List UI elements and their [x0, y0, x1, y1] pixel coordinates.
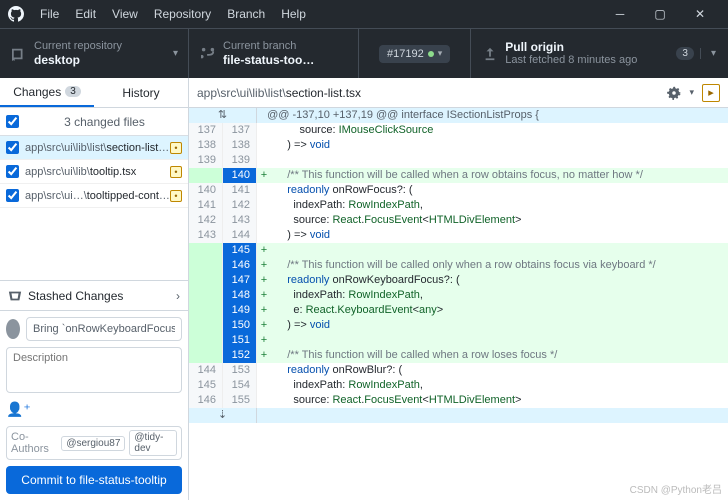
diff-filename: section-list.tsx — [286, 86, 361, 100]
diff-line[interactable]: 152+ /** This function will be called wh… — [189, 348, 728, 363]
commit-summary-input[interactable] — [26, 317, 182, 341]
commit-description-input[interactable] — [6, 347, 182, 393]
branch-selector[interactable]: Current branchfile-status-too… — [189, 29, 359, 78]
fetch-section[interactable]: Pull originLast fetched 8 minutes ago 3 … — [471, 29, 728, 78]
changed-files-header: 3 changed files — [0, 108, 188, 136]
diff-line[interactable]: 139139 — [189, 153, 728, 168]
chevron-right-icon: › — [176, 289, 180, 303]
repo-label: Current repository — [34, 40, 122, 53]
menu-help[interactable]: Help — [273, 7, 314, 21]
avatar — [6, 319, 20, 339]
branch-name: file-status-too… — [223, 53, 314, 67]
repo-selector[interactable]: Current repositorydesktop ▾ — [0, 29, 189, 78]
coauthors-row[interactable]: Co-Authors @sergiou87 @tidy-dev — [6, 426, 182, 460]
sidebar: Changes3 History 3 changed files app\src… — [0, 78, 189, 500]
window-maximize-icon[interactable]: ▢ — [640, 0, 680, 28]
diff-line[interactable]: 151+ — [189, 333, 728, 348]
tab-history[interactable]: History — [94, 78, 188, 107]
diff-line[interactable]: 140141 readonly onRowFocus?: ( — [189, 183, 728, 198]
commit-button[interactable]: Commit to file-status-tooltip — [6, 466, 182, 494]
repo-name: desktop — [34, 53, 122, 67]
chevron-down-icon[interactable]: ▾ — [689, 87, 694, 98]
diff-line[interactable]: 150+ ) => void — [189, 318, 728, 333]
status-dot-icon — [428, 51, 434, 57]
fetch-count: 3 — [676, 47, 694, 60]
select-all-checkbox[interactable] — [6, 115, 19, 128]
menu-repository[interactable]: Repository — [146, 7, 219, 21]
file-row[interactable]: app\src\ui…\tooltipped-content.tsx• — [0, 184, 188, 208]
modified-icon: • — [170, 166, 182, 178]
file-list: app\src\ui\lib\list\section-list.tsx•app… — [0, 136, 188, 208]
diff-line[interactable]: 140+ /** This function will be called wh… — [189, 168, 728, 183]
changed-files-count: 3 changed files — [27, 115, 182, 129]
changes-count: 3 — [65, 86, 81, 97]
diff-line[interactable]: 145+ — [189, 243, 728, 258]
diff-mode-button[interactable]: ▸ — [702, 84, 720, 102]
tab-changes[interactable]: Changes3 — [0, 78, 94, 107]
diff-body[interactable]: ⇅ @@ -137,10 +137,19 @@ interface ISecti… — [189, 108, 728, 500]
window-minimize-icon[interactable]: ─ — [600, 0, 640, 28]
repo-icon — [12, 47, 26, 61]
diff-line[interactable]: 137137 source: IMouseClickSource — [189, 123, 728, 138]
mention[interactable]: @sergiou87 — [61, 436, 125, 451]
stash-icon — [8, 289, 22, 303]
file-row[interactable]: app\src\ui\lib\list\section-list.tsx• — [0, 136, 188, 160]
titlebar: File Edit View Repository Branch Help ─ … — [0, 0, 728, 28]
diff-line[interactable]: 138138 ) => void — [189, 138, 728, 153]
tabs: Changes3 History — [0, 78, 188, 108]
modified-icon: • — [170, 190, 182, 202]
chevron-down-icon: ▾ — [173, 48, 178, 59]
menu-file[interactable]: File — [32, 7, 67, 21]
diff-line[interactable]: 143144 ) => void — [189, 228, 728, 243]
pr-number: #17192 — [387, 48, 424, 60]
github-logo-icon — [8, 6, 24, 22]
diff-line[interactable]: 146+ /** This function will be called on… — [189, 258, 728, 273]
diff-line[interactable]: 149+ e: React.KeyboardEvent<any> — [189, 303, 728, 318]
add-coauthor-icon[interactable]: 👤⁺ — [6, 399, 182, 420]
diff-line[interactable]: 148+ indexPath: RowIndexPath, — [189, 288, 728, 303]
diff-line[interactable]: 147+ readonly onRowKeyboardFocus?: ( — [189, 273, 728, 288]
mention[interactable]: @tidy-dev — [129, 430, 177, 456]
menu-view[interactable]: View — [104, 7, 146, 21]
pull-icon — [483, 47, 497, 61]
expand-hunk-icon[interactable]: ⇣ — [189, 408, 257, 423]
branch-label: Current branch — [223, 40, 314, 53]
diff-line[interactable]: 141142 indexPath: RowIndexPath, — [189, 198, 728, 213]
pr-badge[interactable]: #17192 ▾ — [379, 45, 450, 63]
file-row[interactable]: app\src\ui\lib\tooltip.tsx• — [0, 160, 188, 184]
commit-box: 👤⁺ Co-Authors @sergiou87 @tidy-dev Commi… — [0, 310, 188, 500]
git-branch-icon — [201, 47, 215, 61]
fetch-label: Pull origin — [505, 40, 637, 54]
watermark: CSDN @Python老吕 — [630, 481, 722, 496]
toolbar: Current repositorydesktop ▾ Current bran… — [0, 28, 728, 78]
diff-pane: app\src\ui\lib\list\section-list.tsx ▾ ▸… — [189, 78, 728, 500]
expand-hunk-icon[interactable]: ⇅ — [189, 108, 257, 123]
menu-branch[interactable]: Branch — [219, 7, 273, 21]
file-checkbox[interactable] — [6, 141, 19, 154]
diff-header: app\src\ui\lib\list\section-list.tsx ▾ ▸ — [189, 78, 728, 108]
diff-line[interactable]: 142143 source: React.FocusEvent<HTMLDivE… — [189, 213, 728, 228]
diff-line[interactable]: 146155 source: React.FocusEvent<HTMLDivE… — [189, 393, 728, 408]
stashed-changes[interactable]: Stashed Changes › — [0, 280, 188, 310]
pr-badge-section[interactable]: #17192 ▾ — [359, 29, 471, 78]
gear-icon[interactable] — [667, 86, 681, 100]
menu-edit[interactable]: Edit — [67, 7, 104, 21]
diff-line[interactable]: 144153 readonly onRowBlur?: ( — [189, 363, 728, 378]
modified-icon: • — [170, 142, 182, 154]
fetch-sub: Last fetched 8 minutes ago — [505, 54, 637, 67]
file-checkbox[interactable] — [6, 165, 19, 178]
chevron-down-icon: ▾ — [438, 48, 443, 59]
window-close-icon[interactable]: ✕ — [680, 0, 720, 28]
diff-line[interactable]: 145154 indexPath: RowIndexPath, — [189, 378, 728, 393]
chevron-down-icon[interactable]: ▾ — [700, 48, 716, 59]
file-checkbox[interactable] — [6, 189, 19, 202]
